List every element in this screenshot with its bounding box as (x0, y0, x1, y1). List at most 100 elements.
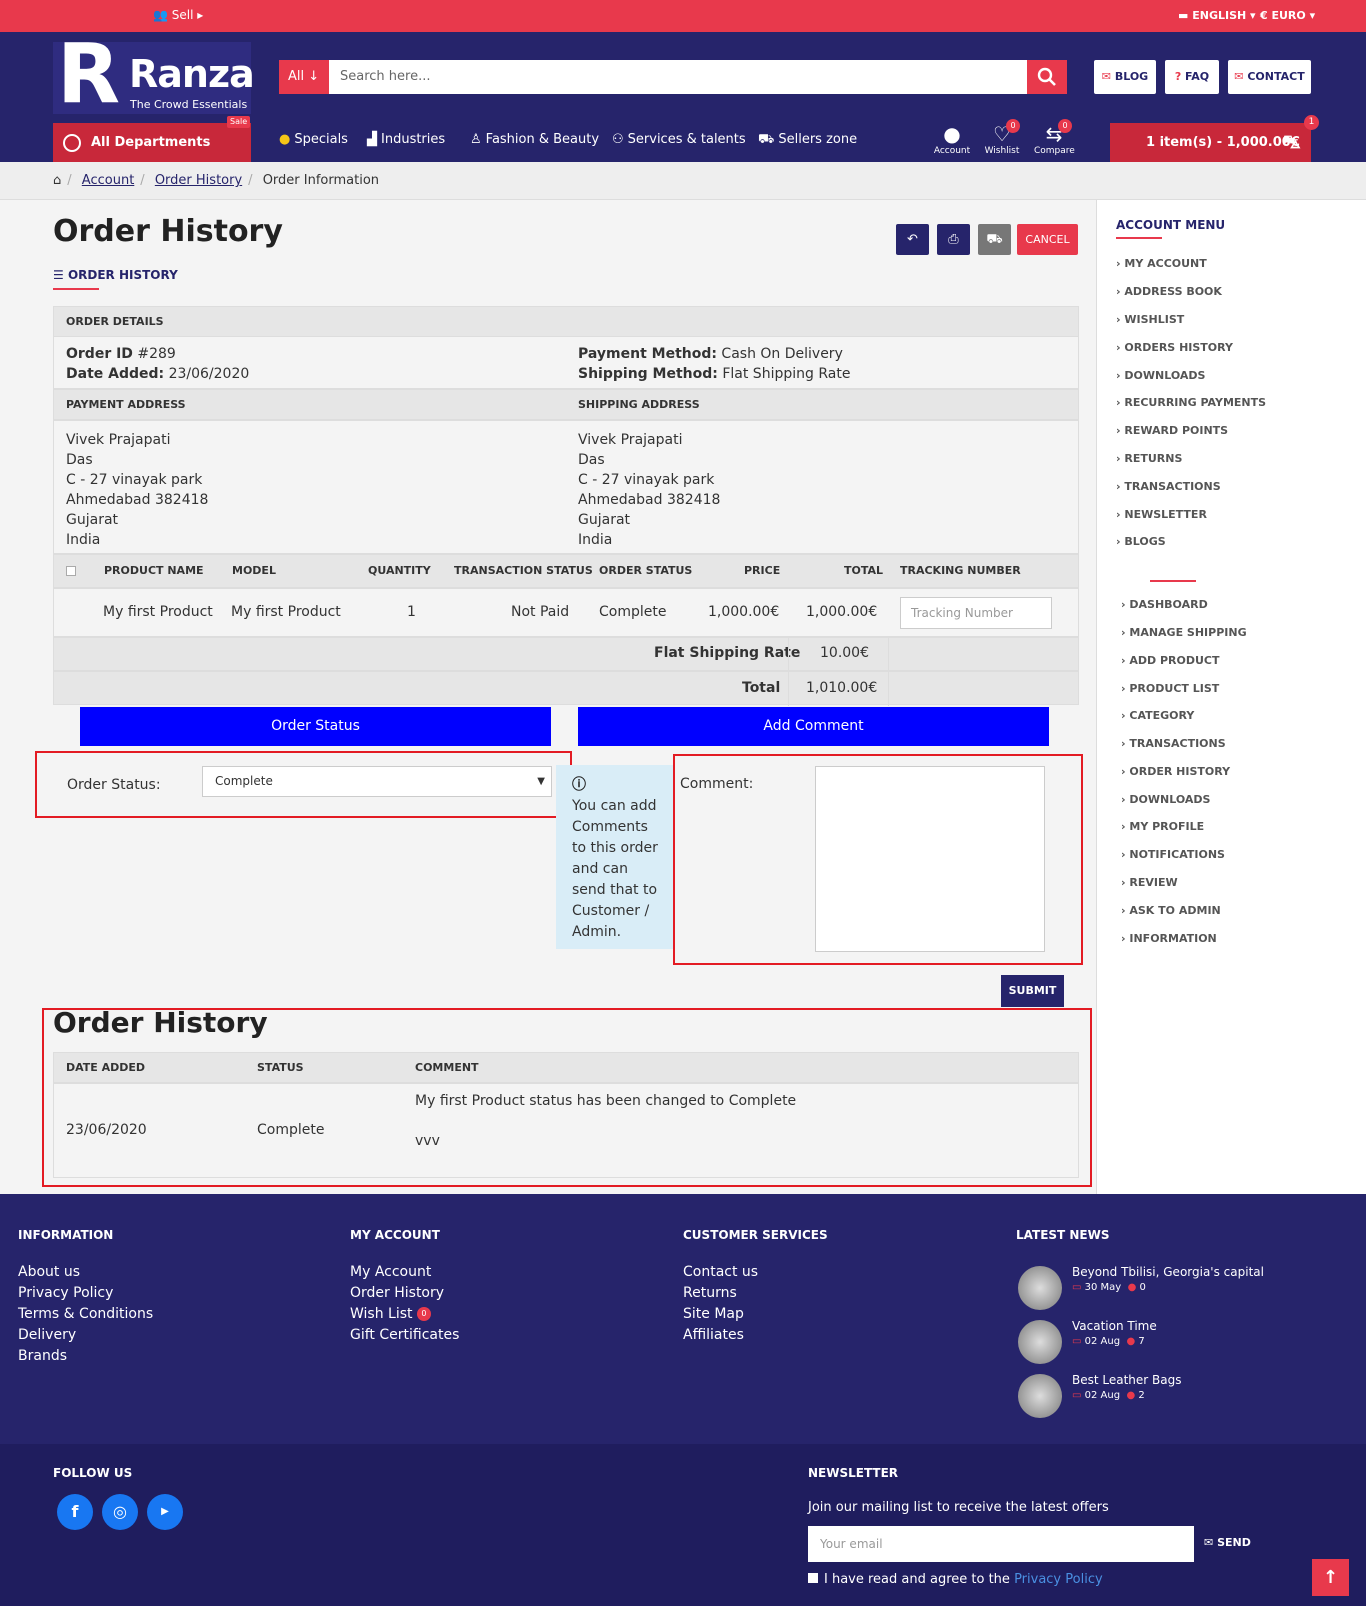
news-title: Beyond Tbilisi, Georgia's capital (1072, 1265, 1264, 1279)
wishlist-button[interactable]: ♡ Wishlist 0 (982, 119, 1022, 156)
search-input[interactable]: Search here... (329, 60, 1027, 94)
search-button[interactable] (1027, 60, 1067, 94)
history-date: 23/06/2020 (66, 1122, 147, 1138)
blog-label: BLOG (1114, 70, 1149, 83)
all-departments-button[interactable]: All Departments Sale (53, 116, 251, 162)
news-thumbnail[interactable] (1018, 1266, 1062, 1310)
privacy-policy-link[interactable]: Privacy Policy (1014, 1572, 1103, 1587)
sidebar-item-dashboard[interactable]: › DASHBOARD (1121, 598, 1208, 611)
agree-checkbox[interactable] (808, 1573, 818, 1583)
sidebar-item-review[interactable]: › REVIEW (1121, 876, 1178, 889)
cart-button[interactable]: 1 item(s) - 1,000.00€ ⛍ 1 (1110, 115, 1319, 162)
divider (788, 672, 789, 706)
add-comment-button[interactable]: Add Comment (578, 707, 1049, 746)
back-button[interactable]: ↶ (896, 224, 929, 255)
sidebar-item-blogs[interactable]: › BLOGS (1116, 535, 1166, 548)
nav-industries[interactable]: ▟ Industries (367, 132, 445, 147)
users-icon: ⚇ (612, 132, 624, 147)
news-item[interactable]: Vacation Time ▭ 02 Aug ● 7 (1072, 1319, 1157, 1347)
select-all-checkbox[interactable] (66, 566, 76, 576)
footer-link-wishlist[interactable]: Wish List 0 (350, 1304, 459, 1325)
currency-select[interactable]: € EURO ▾ (1260, 9, 1315, 22)
shipping-button[interactable]: ⛟ (978, 224, 1011, 255)
sidebar-item-address-book[interactable]: › ADDRESS BOOK (1116, 285, 1222, 298)
sidebar-item-information[interactable]: › INFORMATION (1121, 932, 1217, 945)
news-comments: 0 (1139, 1282, 1146, 1293)
nav-sellers-zone[interactable]: ⛟ Sellers zone (758, 132, 857, 149)
sidebar-item-my-profile[interactable]: › MY PROFILE (1121, 820, 1204, 833)
sidebar-item-order-history[interactable]: › ORDER HISTORY (1121, 765, 1230, 778)
footer-link[interactable]: Privacy Policy (18, 1283, 153, 1304)
news-item[interactable]: Beyond Tbilisi, Georgia's capital ▭ 30 M… (1072, 1265, 1264, 1293)
footer-link[interactable]: About us (18, 1262, 153, 1283)
order-status-button[interactable]: Order Status (80, 707, 551, 746)
footer-link[interactable]: Contact us (683, 1262, 828, 1283)
back-to-top-button[interactable]: ↑ (1312, 1559, 1349, 1596)
news-thumbnail[interactable] (1018, 1374, 1062, 1418)
footer-link[interactable]: Delivery (18, 1325, 153, 1346)
newsletter-send-button[interactable]: ✉ SEND (1204, 1536, 1251, 1549)
sidebar-item-transactions[interactable]: › TRANSACTIONS (1116, 480, 1221, 493)
faq-label: FAQ (1185, 70, 1210, 83)
sidebar-item-downloads[interactable]: › DOWNLOADS (1116, 369, 1205, 382)
footer-link[interactable]: Site Map (683, 1304, 828, 1325)
sidebar-item-newsletter[interactable]: › NEWSLETTER (1116, 508, 1207, 521)
table-row: My first Product My first Product 1 Not … (53, 588, 1079, 637)
footer-link[interactable]: Terms & Conditions (18, 1304, 153, 1325)
comment-textarea[interactable] (815, 766, 1045, 952)
account-button[interactable]: ● Account (932, 122, 972, 156)
sidebar-item-recurring[interactable]: › RECURRING PAYMENTS (1116, 396, 1266, 409)
sidebar-item-manage-shipping[interactable]: › MANAGE SHIPPING (1121, 626, 1247, 639)
breadcrumb-account[interactable]: Account (82, 173, 135, 188)
mail-icon: ✉ (1234, 70, 1244, 83)
sidebar-item-notifications[interactable]: › NOTIFICATIONS (1121, 848, 1225, 861)
sidebar-item-seller-downloads[interactable]: › DOWNLOADS (1121, 793, 1210, 806)
instagram-icon[interactable]: ◎ (102, 1494, 138, 1530)
home-icon[interactable]: ⌂ (53, 173, 61, 188)
sidebar-item-returns[interactable]: › RETURNS (1116, 452, 1182, 465)
nav-fashion[interactable]: ♙ Fashion & Beauty (470, 132, 599, 147)
nav-services[interactable]: ⚇ Services & talents (612, 132, 746, 147)
nav-label: Industries (381, 132, 446, 147)
footer-link[interactable]: Brands (18, 1346, 153, 1367)
sidebar-item-category[interactable]: › CATEGORY (1121, 709, 1194, 722)
contact-link[interactable]: ✉ CONTACT (1228, 60, 1311, 94)
print-button[interactable]: ⎙ (937, 224, 970, 255)
sidebar-item-add-product[interactable]: › ADD PRODUCT (1121, 654, 1220, 667)
sell-link[interactable]: 👥 Sell ▸ (153, 8, 203, 22)
search-category-select[interactable]: All ↓ (279, 60, 329, 94)
news-item[interactable]: Best Leather Bags ▭ 02 Aug ● 2 (1072, 1373, 1182, 1401)
breadcrumb-order-history[interactable]: Order History (155, 173, 242, 188)
sidebar-item-wishlist[interactable]: › WISHLIST (1116, 313, 1184, 326)
order-status-select[interactable]: Complete ▼ (202, 766, 552, 797)
footer-link[interactable]: Affiliates (683, 1325, 828, 1346)
cart-icon: ⛍ (1282, 132, 1301, 153)
col-tracking: TRACKING NUMBER (900, 564, 1021, 577)
faq-link[interactable]: ? FAQ (1165, 60, 1219, 94)
facebook-icon[interactable]: f (57, 1494, 93, 1530)
nav-specials[interactable]: ● Specials (279, 132, 348, 147)
youtube-icon[interactable]: ▶ (147, 1494, 183, 1530)
footer-link[interactable]: My Account (350, 1262, 459, 1283)
tracking-number-input[interactable]: Tracking Number (900, 597, 1052, 629)
footer-link[interactable]: Gift Certificates (350, 1325, 459, 1346)
sidebar-item-reward[interactable]: › REWARD POINTS (1116, 424, 1228, 437)
blog-link[interactable]: ✉ BLOG (1094, 60, 1156, 94)
sidebar-item-my-account[interactable]: › MY ACCOUNT (1116, 257, 1207, 270)
total-label: Total (742, 680, 781, 696)
footer-link[interactable]: Returns (683, 1283, 828, 1304)
submit-button[interactable]: SUBMIT (1001, 975, 1064, 1007)
sidebar-item-seller-transactions[interactable]: › TRANSACTIONS (1121, 737, 1226, 750)
news-thumbnail[interactable] (1018, 1320, 1062, 1364)
sidebar-item-ask-admin[interactable]: › ASK TO ADMIN (1121, 904, 1221, 917)
cancel-button[interactable]: CANCEL (1017, 224, 1078, 255)
footer-link[interactable]: Order History (350, 1283, 459, 1304)
logo[interactable]: R Ranza The Crowd Essentials (53, 34, 255, 116)
sidebar-item-product-list[interactable]: › PRODUCT LIST (1121, 682, 1219, 695)
sidebar-item-orders-history[interactable]: › ORDERS HISTORY (1116, 341, 1233, 354)
shipping-method-value: Flat Shipping Rate (722, 366, 851, 382)
newsletter-email-input[interactable]: Your email (808, 1526, 1194, 1562)
compare-button[interactable]: ⇆ Compare 0 (1034, 119, 1075, 156)
language-select[interactable]: ▬ ENGLISH ▾ (1178, 9, 1256, 22)
order-status-selected: Complete (215, 774, 273, 788)
